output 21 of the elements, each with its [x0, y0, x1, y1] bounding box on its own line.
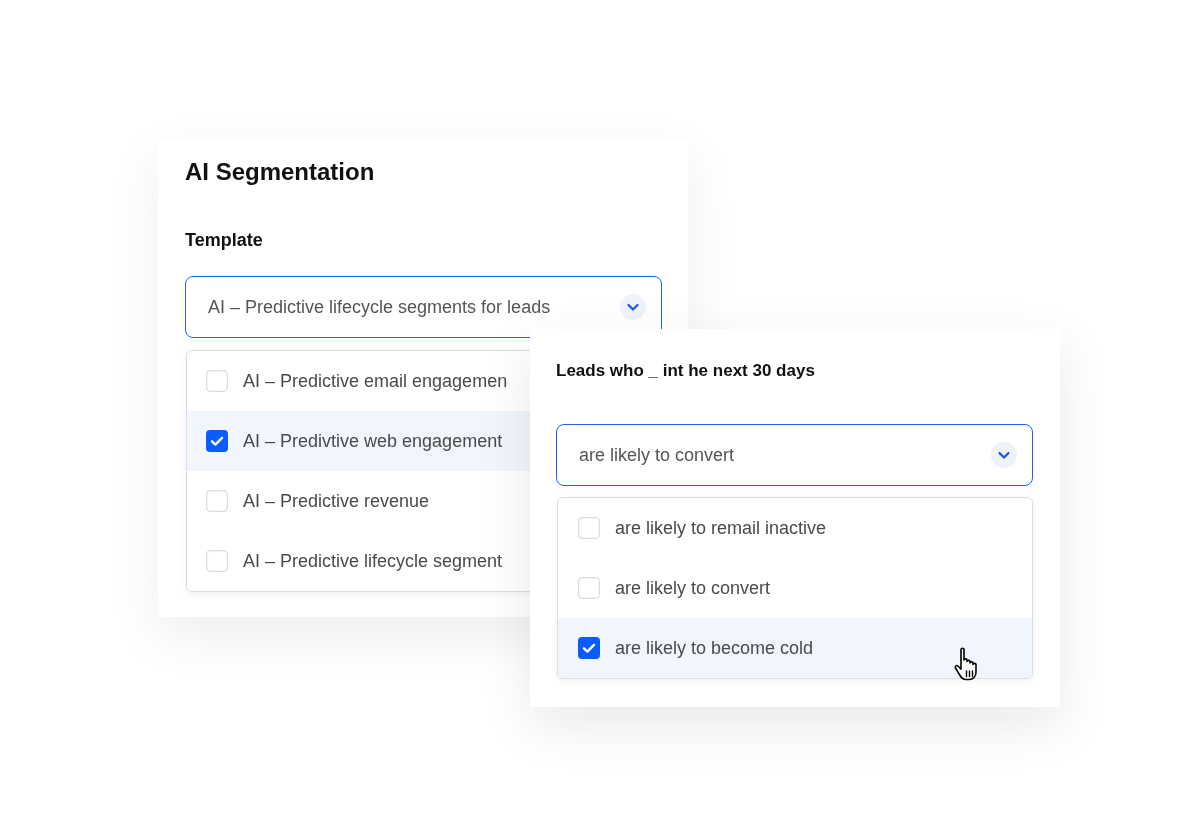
checkbox[interactable] [206, 370, 228, 392]
option-label[interactable]: AI – Predictive email engagemen [243, 369, 508, 393]
option-label[interactable]: AI – Predictive lifecycle segment [243, 549, 503, 573]
option-label[interactable]: AI – Predictive revenue [243, 489, 430, 513]
checkbox[interactable] [578, 637, 600, 659]
checkbox[interactable] [206, 430, 228, 452]
chevron-down-icon[interactable] [991, 442, 1017, 468]
option-label[interactable]: are likely to convert [615, 576, 771, 600]
field-label: Template [185, 229, 263, 252]
card-title: Leads who _ int he next 30 days [556, 360, 815, 382]
checkbox[interactable] [578, 517, 600, 539]
checkbox[interactable] [206, 490, 228, 512]
card-title: AI Segmentation [185, 157, 375, 187]
checkbox[interactable] [578, 577, 600, 599]
select-dropdown[interactable]: AI – Predictive lifecycle segments for leads [185, 276, 662, 338]
chevron-down-icon[interactable] [620, 294, 646, 320]
option-label[interactable]: are likely to become cold [615, 636, 814, 660]
option-label[interactable]: are likely to remail inactive [615, 516, 827, 540]
option-label[interactable]: AI – Predivtive web engagement [243, 429, 503, 453]
checkbox[interactable] [206, 550, 228, 572]
select-dropdown[interactable]: are likely to convert [556, 424, 1033, 486]
